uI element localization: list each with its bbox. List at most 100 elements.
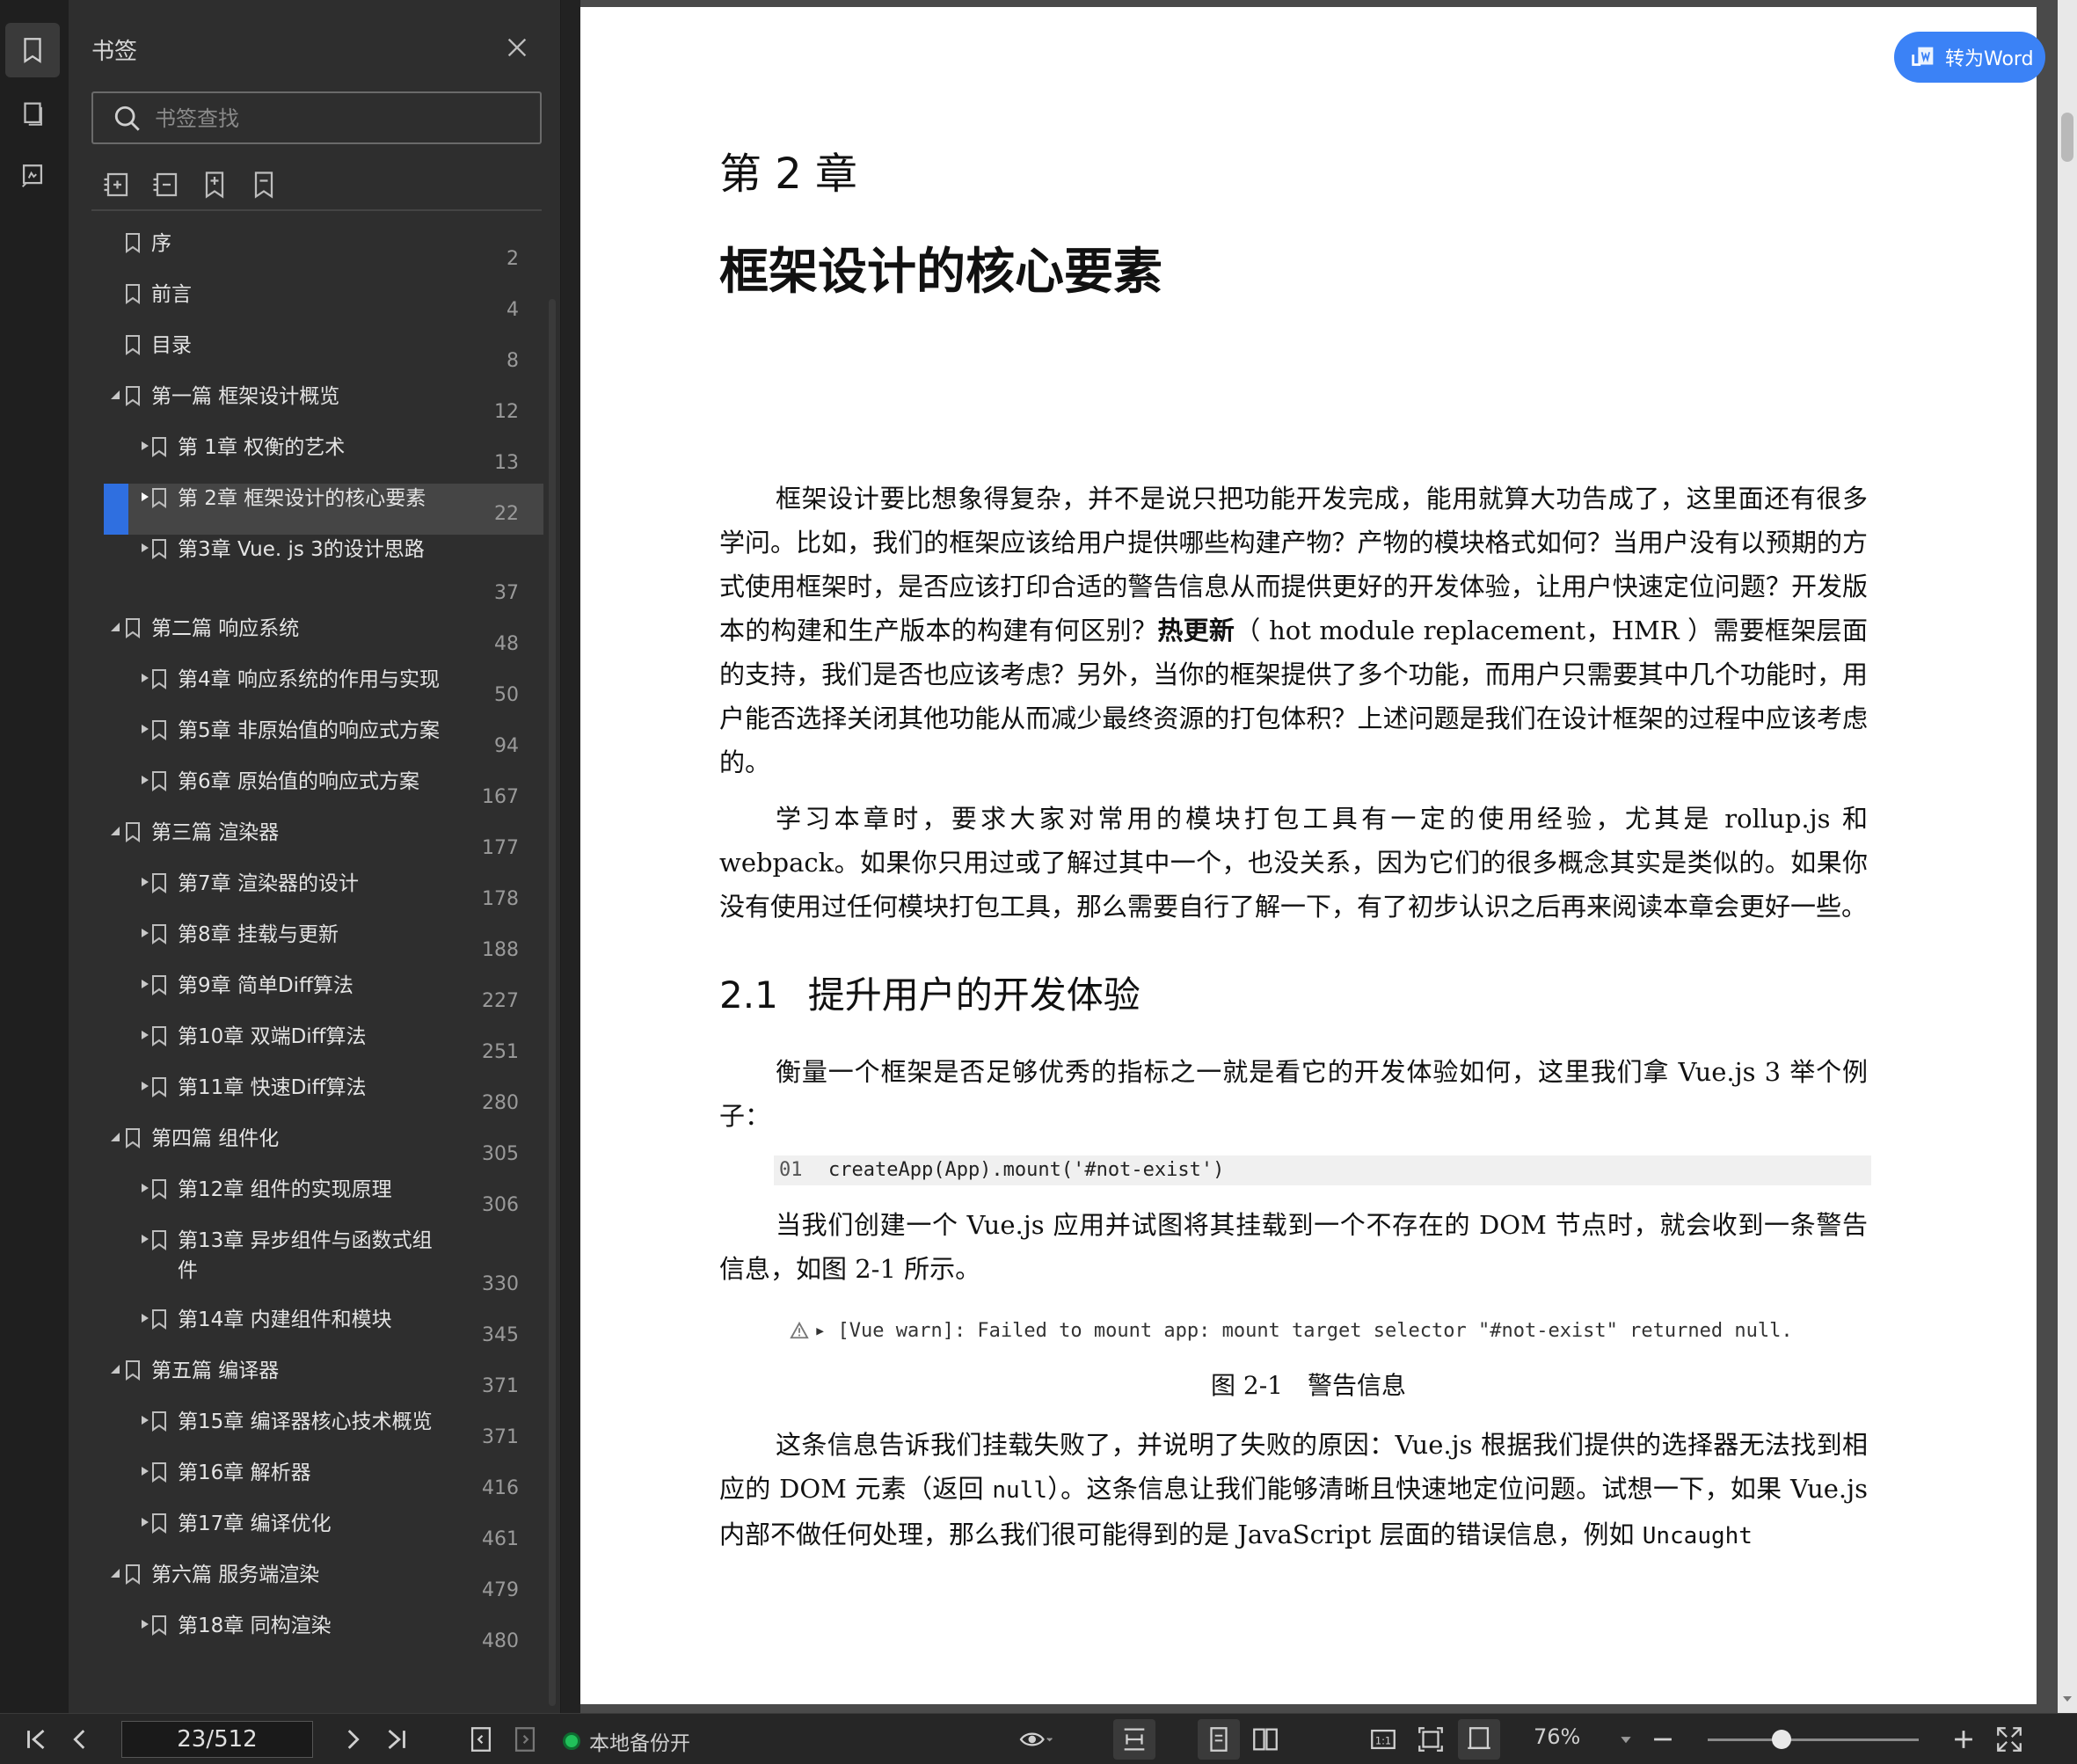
expand-arrow-icon[interactable]	[139, 1029, 151, 1041]
bookmark-chapter-item[interactable]: 第16章 解析器 416	[104, 1458, 543, 1509]
bookmark-label: 第5章 非原始值的响应式方案	[178, 719, 440, 742]
expand-arrow-icon[interactable]	[139, 978, 151, 990]
collapse-all-icon[interactable]	[149, 169, 181, 200]
bookmark-icon	[152, 1179, 166, 1199]
expand-all-icon[interactable]	[100, 169, 132, 200]
collapse-arrow-icon[interactable]	[109, 621, 121, 633]
bookmark-chapter-item[interactable]: 第 2章 框架设计的核心要素 22	[104, 484, 543, 535]
expand-arrow-icon[interactable]	[139, 723, 151, 735]
expand-arrow-icon[interactable]	[139, 1618, 151, 1630]
annotation-panel-button[interactable]	[5, 149, 60, 204]
expand-arrow-icon[interactable]	[139, 1182, 151, 1194]
bookmark-search-input[interactable]	[155, 104, 524, 134]
bookmark-part-item[interactable]: 第五篇 编译器 371	[104, 1356, 543, 1407]
bookmark-chapter-item[interactable]: 第8章 挂载与更新 188	[104, 920, 543, 971]
bookmark-search[interactable]	[91, 91, 542, 144]
zoom-out-icon[interactable]	[1648, 1724, 1678, 1754]
zoom-slider[interactable]	[1708, 1738, 1919, 1741]
last-page-icon[interactable]	[382, 1724, 412, 1754]
bookmark-label: 第17章 编译优化	[178, 1513, 332, 1535]
forward-icon[interactable]	[510, 1724, 540, 1754]
single-page-icon[interactable]	[1204, 1724, 1234, 1754]
bookmark-part-item[interactable]: 前言 4	[104, 280, 543, 331]
bookmark-label: 序	[151, 232, 171, 255]
zoom-in-icon[interactable]	[1949, 1724, 1979, 1754]
add-bookmark-icon[interactable]	[199, 169, 230, 200]
expand-arrow-icon[interactable]	[139, 1414, 151, 1426]
expand-arrow-icon[interactable]	[139, 876, 151, 888]
panel-scrollbar[interactable]	[549, 299, 556, 1706]
expand-arrow-icon[interactable]	[139, 542, 151, 554]
expand-arrow-icon[interactable]	[139, 491, 151, 503]
expand-arrow-icon[interactable]	[139, 1233, 151, 1245]
document-scrollbar[interactable]	[2058, 0, 2077, 1713]
bookmark-part-item[interactable]: 第四篇 组件化 305	[104, 1124, 543, 1175]
bookmark-chapter-item[interactable]: 第15章 编译器核心技术概览 371	[104, 1407, 543, 1458]
expand-arrow-icon[interactable]	[139, 440, 151, 452]
fit-page-icon[interactable]	[1416, 1724, 1446, 1754]
expand-arrow-icon[interactable]	[139, 1312, 151, 1324]
remove-bookmark-icon[interactable]	[248, 169, 280, 200]
bookmark-chapter-item[interactable]: 第9章 简单Diff算法 227	[104, 971, 543, 1022]
close-icon[interactable]	[503, 33, 531, 62]
expand-arrow-icon[interactable]	[139, 1465, 151, 1477]
bookmark-chapter-item[interactable]: 第13章 异步组件与函数式组件 330	[104, 1226, 543, 1305]
bookmark-part-item[interactable]: 第三篇 渲染器 177	[104, 818, 543, 869]
bookmark-chapter-item[interactable]: 第7章 渲染器的设计 178	[104, 869, 543, 920]
zoom-slider-knob[interactable]	[1772, 1730, 1791, 1749]
bookmark-icon	[152, 488, 166, 508]
bookmark-page-number: 13	[494, 452, 519, 474]
collapse-arrow-icon[interactable]	[109, 389, 121, 401]
bookmark-chapter-item[interactable]: 第10章 双端Diff算法 251	[104, 1022, 543, 1073]
bookmark-part-item[interactable]: 第一篇 框架设计概览 12	[104, 382, 543, 433]
expand-arrow-icon[interactable]	[139, 927, 151, 939]
bookmark-chapter-item[interactable]: 第18章 同构渲染 480	[104, 1611, 543, 1662]
bookmark-panel-button[interactable]	[5, 23, 60, 77]
bookmark-chapter-item[interactable]: 第6章 原始值的响应式方案 167	[104, 767, 543, 818]
expand-arrow-icon[interactable]	[139, 672, 151, 684]
bookmark-chapter-item[interactable]: 第5章 非原始值的响应式方案 94	[104, 716, 543, 767]
first-page-icon[interactable]	[21, 1724, 51, 1754]
bookmark-icon	[126, 233, 140, 253]
previous-page-icon[interactable]	[65, 1724, 95, 1754]
next-page-icon[interactable]	[338, 1724, 368, 1754]
thumbnail-panel-button[interactable]	[5, 86, 60, 141]
bookmark-label: 第13章 异步组件与函数式组件	[178, 1229, 433, 1282]
inline-code-null: null	[992, 1477, 1047, 1504]
local-backup-status[interactable]: 本地备份开	[563, 1726, 690, 1756]
page-number-input[interactable]	[121, 1721, 313, 1758]
zoom-level[interactable]: 76%	[1534, 1724, 1580, 1749]
expand-arrow-icon[interactable]	[139, 774, 151, 786]
bookmark-label: 第4章 响应系统的作用与实现	[178, 668, 440, 691]
collapse-arrow-icon[interactable]	[109, 1363, 121, 1375]
double-page-icon[interactable]	[1250, 1724, 1280, 1754]
bookmark-part-item[interactable]: 序2	[104, 229, 543, 280]
convert-to-word-button[interactable]: 转为Word	[1894, 32, 2045, 83]
bookmark-chapter-item[interactable]: 第11章 快速Diff算法 280	[104, 1073, 543, 1124]
expand-arrow-icon[interactable]	[139, 1080, 151, 1092]
bookmark-chapter-item[interactable]: 第17章 编译优化 461	[104, 1509, 543, 1560]
actual-size-icon[interactable]: 1:1	[1368, 1724, 1398, 1754]
bookmark-chapter-item[interactable]: 第14章 内建组件和模块 345	[104, 1305, 543, 1356]
bookmark-part-item[interactable]: 第六篇 服务端渲染 479	[104, 1560, 543, 1611]
scroll-down-icon[interactable]	[2062, 1694, 2073, 1704]
zoom-dropdown-icon[interactable]	[1618, 1724, 1634, 1754]
collapse-arrow-icon[interactable]	[109, 825, 121, 837]
back-icon[interactable]	[466, 1724, 496, 1754]
fit-width-icon[interactable]	[1464, 1724, 1494, 1754]
bookmark-part-item[interactable]: 第二篇 响应系统 48	[104, 614, 543, 665]
bookmark-chapter-item[interactable]: 第12章 组件的实现原理 306	[104, 1175, 543, 1226]
eye-protection-icon[interactable]	[1018, 1724, 1053, 1754]
bookmark-chapter-item[interactable]: 第 1章 权衡的艺术 13	[104, 433, 543, 484]
continuous-scroll-icon[interactable]	[1119, 1724, 1149, 1754]
collapse-arrow-icon[interactable]	[109, 1131, 121, 1143]
bookmark-chapter-item[interactable]: 第3章 Vue. js 3的设计思路 37	[104, 535, 543, 614]
expand-arrow-icon[interactable]	[139, 1516, 151, 1528]
collapse-arrow-icon[interactable]	[109, 1567, 121, 1579]
fullscreen-icon[interactable]	[1994, 1724, 2024, 1754]
scrollbar-thumb[interactable]	[2061, 113, 2073, 162]
warning-icon	[790, 1321, 809, 1339]
bookmark-part-item[interactable]: 目录 8	[104, 331, 543, 382]
bookmark-chapter-item[interactable]: 第4章 响应系统的作用与实现 50	[104, 665, 543, 716]
bookmark-label: 第16章 解析器	[178, 1461, 311, 1484]
